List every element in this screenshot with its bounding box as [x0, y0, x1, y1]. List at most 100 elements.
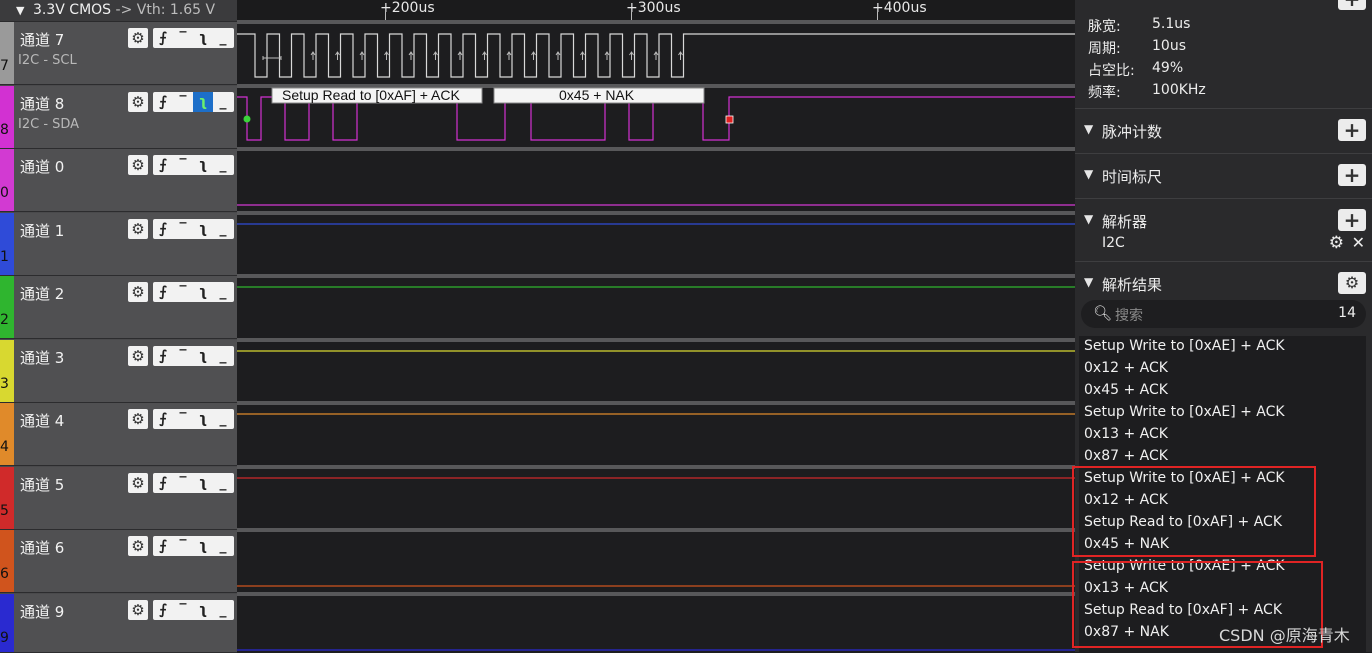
channel-settings-gear-icon[interactable]: ⚙ [128, 346, 148, 366]
channel-settings-gear-icon[interactable]: ⚙ [128, 473, 148, 493]
section-time-ruler[interactable]: ▼ 时间标尺 + [1075, 153, 1372, 198]
trigger-high-icon[interactable]: ‾ [173, 282, 193, 302]
highlight-box-1 [1072, 466, 1316, 557]
results-search-input[interactable]: 🔍︎ 搜索 14 [1081, 300, 1366, 328]
analyzer-add-button[interactable]: + [1338, 209, 1366, 231]
trigger-selector[interactable]: ⨍ ‾ ʅ _ [153, 219, 234, 239]
channel-settings-gear-icon[interactable]: ⚙ [128, 155, 148, 175]
trigger-fall-icon[interactable]: ʅ [193, 155, 213, 175]
channel-settings-gear-icon[interactable]: ⚙ [128, 28, 148, 48]
trigger-fall-icon[interactable]: ʅ [193, 282, 213, 302]
collapse-triangle-icon[interactable]: ▼ [1084, 212, 1093, 226]
channel-row-7[interactable]: 7 通道 7 I2C - SCL ⚙ ⨍ ‾ ʅ _ [0, 22, 237, 85]
channel-settings-gear-icon[interactable]: ⚙ [128, 409, 148, 429]
trigger-low-icon[interactable]: _ [213, 473, 233, 493]
trigger-fall-icon[interactable]: ʅ [193, 346, 213, 366]
trigger-selector[interactable]: ⨍ ‾ ʅ _ [153, 409, 234, 429]
trigger-rise-icon[interactable]: ⨍ [153, 473, 173, 493]
trigger-high-icon[interactable]: ‾ [173, 536, 193, 556]
clock-edge-arrow-icon [457, 51, 463, 60]
channel-row-1[interactable]: 1 通道 1 ⚙ ⨍ ‾ ʅ _ [0, 213, 237, 276]
analyzer-settings-gear-icon[interactable]: ⚙ [1329, 233, 1344, 253]
trigger-selector[interactable]: ⨍ ‾ ʅ _ [153, 600, 234, 620]
channel-row-5[interactable]: 5 通道 5 ⚙ ⨍ ‾ ʅ _ [0, 467, 237, 530]
channel-row-3[interactable]: 3 通道 3 ⚙ ⨍ ‾ ʅ _ [0, 340, 237, 403]
trigger-high-icon[interactable]: ‾ [173, 409, 193, 429]
trigger-rise-icon[interactable]: ⨍ [153, 536, 173, 556]
channel-row-9[interactable]: 9 通道 9 ⚙ ⨍ ‾ ʅ _ [0, 594, 237, 653]
trigger-low-icon[interactable]: _ [213, 346, 233, 366]
waveform-area[interactable]: +200us +300us +400us Setup Read to [0xAF… [237, 0, 1075, 652]
trigger-selector[interactable]: ⨍ ‾ ʅ _ [153, 92, 234, 112]
section-pulse-count[interactable]: ▼ 脉冲计数 + [1075, 108, 1372, 153]
trigger-rise-icon[interactable]: ⨍ [153, 28, 173, 48]
trigger-rise-icon[interactable]: ⨍ [153, 219, 173, 239]
channel-row-2[interactable]: 2 通道 2 ⚙ ⨍ ‾ ʅ _ [0, 276, 237, 339]
trigger-selector[interactable]: ⨍ ‾ ʅ _ [153, 282, 234, 302]
trigger-fall-icon[interactable]: ʅ [193, 92, 213, 112]
trigger-rise-icon[interactable]: ⨍ [153, 92, 173, 112]
result-item[interactable]: 0x45 + ACK [1084, 382, 1168, 398]
trigger-high-icon[interactable]: ‾ [173, 346, 193, 366]
time-ruler-add-button[interactable]: + [1338, 164, 1366, 186]
trigger-selector[interactable]: ⨍ ‾ ʅ _ [153, 28, 234, 48]
trigger-fall-icon[interactable]: ʅ [193, 409, 213, 429]
result-item[interactable]: 0x12 + ACK [1084, 360, 1168, 376]
channel-row-8[interactable]: 8 通道 8 I2C - SDA ⚙ ⨍ ‾ ʅ _ [0, 86, 237, 149]
result-item[interactable]: 0x87 + ACK [1084, 448, 1168, 464]
trigger-selector[interactable]: ⨍ ‾ ʅ _ [153, 536, 234, 556]
channel-settings-gear-icon[interactable]: ⚙ [128, 92, 148, 112]
channel-settings-gear-icon[interactable]: ⚙ [128, 600, 148, 620]
channel-settings-gear-icon[interactable]: ⚙ [128, 219, 148, 239]
trigger-low-icon[interactable]: _ [213, 282, 233, 302]
trigger-rise-icon[interactable]: ⨍ [153, 409, 173, 429]
trigger-low-icon[interactable]: _ [213, 28, 233, 48]
trigger-high-icon[interactable]: ‾ [173, 473, 193, 493]
result-item[interactable]: Setup Write to [0xAE] + ACK [1084, 404, 1285, 420]
section-analyzer[interactable]: ▼ 解析器 + I2C ⚙ ✕ [1075, 198, 1372, 261]
trigger-fall-icon[interactable]: ʅ [193, 536, 213, 556]
trigger-high-icon[interactable]: ‾ [173, 92, 193, 112]
channel-number: 2 [0, 312, 9, 328]
clock-edge-arrow-icon [678, 51, 683, 60]
trigger-low-icon[interactable]: _ [213, 409, 233, 429]
trigger-rise-icon[interactable]: ⨍ [153, 155, 173, 175]
trigger-rise-icon[interactable]: ⨍ [153, 600, 173, 620]
trigger-low-icon[interactable]: _ [213, 92, 233, 112]
voltage-header[interactable]: ▼ 3.3V CMOS -> Vth: 1.65 V [0, 0, 237, 22]
channel-row-4[interactable]: 4 通道 4 ⚙ ⨍ ‾ ʅ _ [0, 403, 237, 466]
analyzer-remove-close-icon[interactable]: ✕ [1352, 233, 1365, 252]
trigger-fall-icon[interactable]: ʅ [193, 28, 213, 48]
collapse-triangle-icon[interactable]: ▼ [16, 0, 24, 21]
result-item[interactable]: Setup Write to [0xAE] + ACK [1084, 338, 1285, 354]
collapse-triangle-icon[interactable]: ▼ [1084, 275, 1093, 289]
trigger-low-icon[interactable]: _ [213, 155, 233, 175]
channel-settings-gear-icon[interactable]: ⚙ [128, 536, 148, 556]
trigger-fall-icon[interactable]: ʅ [193, 473, 213, 493]
trigger-selector[interactable]: ⨍ ‾ ʅ _ [153, 473, 234, 493]
trigger-selector[interactable]: ⨍ ‾ ʅ _ [153, 155, 234, 175]
channel-name: 通道 8 [20, 95, 65, 113]
trigger-rise-icon[interactable]: ⨍ [153, 346, 173, 366]
trigger-fall-icon[interactable]: ʅ [193, 219, 213, 239]
trigger-high-icon[interactable]: ‾ [173, 219, 193, 239]
measure-value: 5.1us [1152, 16, 1191, 32]
channel-row-6[interactable]: 6 通道 6 ⚙ ⨍ ‾ ʅ _ [0, 530, 237, 593]
channel-row-0[interactable]: 0 通道 0 ⚙ ⨍ ‾ ʅ _ [0, 149, 237, 212]
collapse-triangle-icon[interactable]: ▼ [1084, 122, 1093, 136]
trigger-rise-icon[interactable]: ⨍ [153, 282, 173, 302]
measure-add-button[interactable]: + [1338, 0, 1366, 10]
trigger-low-icon[interactable]: _ [213, 219, 233, 239]
trigger-low-icon[interactable]: _ [213, 536, 233, 556]
trigger-fall-icon[interactable]: ʅ [193, 600, 213, 620]
collapse-triangle-icon[interactable]: ▼ [1084, 167, 1093, 181]
channel-settings-gear-icon[interactable]: ⚙ [128, 282, 148, 302]
result-item[interactable]: 0x13 + ACK [1084, 426, 1168, 442]
trigger-high-icon[interactable]: ‾ [173, 600, 193, 620]
trigger-high-icon[interactable]: ‾ [173, 28, 193, 48]
results-settings-gear-icon[interactable]: ⚙ [1338, 272, 1366, 294]
trigger-low-icon[interactable]: _ [213, 600, 233, 620]
pulse-count-add-button[interactable]: + [1338, 119, 1366, 141]
trigger-selector[interactable]: ⨍ ‾ ʅ _ [153, 346, 234, 366]
trigger-high-icon[interactable]: ‾ [173, 155, 193, 175]
